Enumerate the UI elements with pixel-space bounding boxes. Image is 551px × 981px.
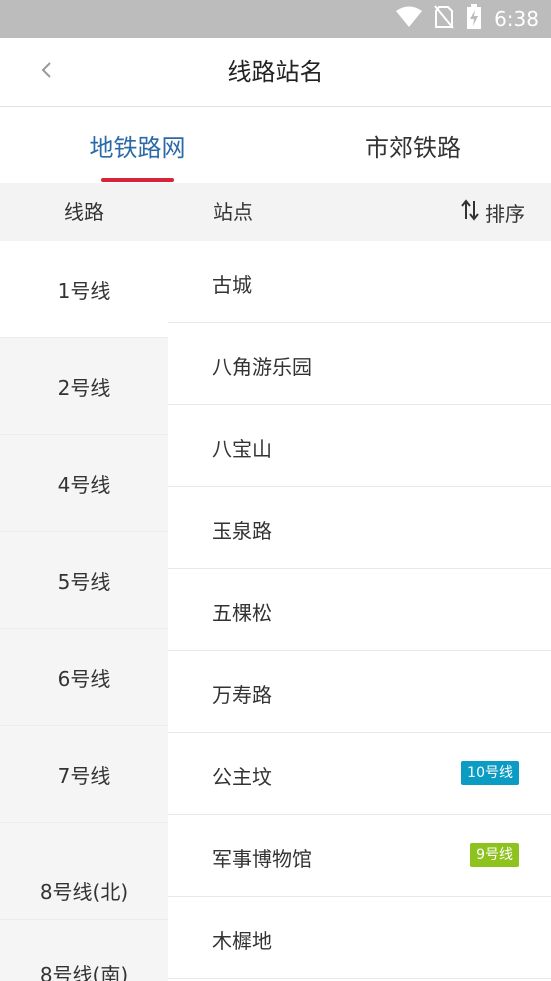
- line-item-6[interactable]: 6号线: [0, 629, 168, 726]
- station-name: 古城: [212, 273, 252, 297]
- line-item-8-north[interactable]: 8号线(北): [0, 823, 168, 920]
- transfer-badge: 9号线: [470, 843, 519, 867]
- column-header: 线路 站点 排序: [0, 183, 551, 241]
- line-item-7[interactable]: 7号线: [0, 726, 168, 823]
- sort-arrows-icon: [461, 198, 479, 226]
- station-row[interactable]: 公主坟 10号线: [168, 733, 551, 815]
- status-icons: 6:38: [396, 0, 539, 38]
- wifi-icon: [396, 6, 423, 32]
- line-item-1[interactable]: 1号线: [0, 241, 168, 338]
- line-item-2[interactable]: 2号线: [0, 338, 168, 435]
- active-tab-indicator: [101, 178, 174, 182]
- page-title: 线路站名: [227, 58, 324, 86]
- station-column-label: 站点: [213, 200, 253, 224]
- line-item-8-south[interactable]: 8号线(南): [0, 920, 168, 981]
- transfer-badge: 10号线: [461, 761, 519, 785]
- station-name: 八宝山: [212, 437, 272, 461]
- line-list: 1号线 2号线 4号线 5号线 6号线 7号线 8号线(北) 8号线(南): [0, 241, 168, 981]
- station-name: 公主坟: [212, 765, 272, 789]
- tab-bar: 地铁路网 市郊铁路: [0, 107, 551, 183]
- station-row[interactable]: 木樨地: [168, 897, 551, 979]
- tab-suburban-railway[interactable]: 市郊铁路: [275, 107, 551, 183]
- sort-label: 排序: [485, 201, 525, 226]
- station-name: 八角游乐园: [212, 355, 312, 379]
- station-name: 五棵松: [212, 601, 272, 625]
- no-sim-icon: [434, 5, 454, 33]
- battery-charging-icon: [466, 4, 482, 34]
- station-name: 万寿路: [212, 683, 272, 707]
- line-item-5[interactable]: 5号线: [0, 532, 168, 629]
- station-name: 军事博物馆: [212, 847, 312, 871]
- station-row[interactable]: 军事博物馆 9号线: [168, 815, 551, 897]
- station-row[interactable]: 玉泉路: [168, 487, 551, 569]
- sort-button[interactable]: 排序: [461, 183, 525, 241]
- line-item-4[interactable]: 4号线: [0, 435, 168, 532]
- tab-metro-network[interactable]: 地铁路网: [0, 107, 275, 183]
- station-list: 古城 八角游乐园 八宝山 玉泉路 五棵松 万寿路 公主坟 10号线 军事博物馆 …: [168, 241, 551, 981]
- station-row[interactable]: 古城: [168, 241, 551, 323]
- station-row[interactable]: 五棵松: [168, 569, 551, 651]
- status-bar: 6:38: [0, 0, 551, 38]
- app-bar: 线路站名: [0, 38, 551, 107]
- station-name: 木樨地: [212, 929, 272, 953]
- station-name: 玉泉路: [212, 519, 272, 543]
- status-time: 6:38: [494, 7, 539, 31]
- line-column-label: 线路: [64, 200, 104, 224]
- station-row[interactable]: 八宝山: [168, 405, 551, 487]
- station-row[interactable]: 万寿路: [168, 651, 551, 733]
- station-row[interactable]: 八角游乐园: [168, 323, 551, 405]
